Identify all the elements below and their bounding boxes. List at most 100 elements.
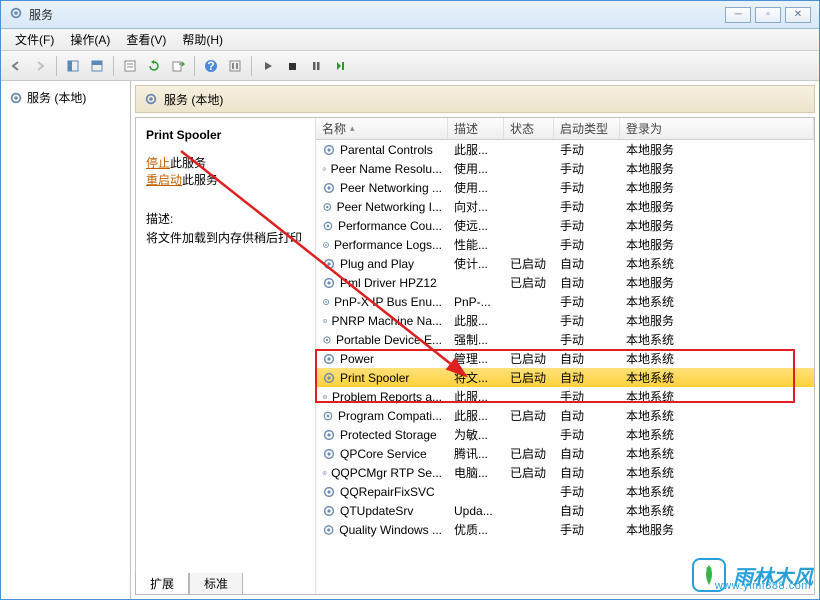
menu-help[interactable]: 帮助(H) [174, 29, 231, 50]
gear-icon [322, 162, 327, 176]
close-button[interactable]: ✕ [785, 7, 811, 23]
table-row[interactable]: Program Compati...此服...已启动自动本地系统 [316, 406, 814, 425]
content-body: Print Spooler 停止此服务 重启动此服务 描述: 将文件加载到内存供… [135, 117, 815, 595]
window-title: 服务 [29, 6, 721, 23]
table-row[interactable]: QPCore Service腾讯...已启动自动本地系统 [316, 444, 814, 463]
list-header: 名称▴ 描述 状态 启动类型 登录为 [316, 118, 814, 140]
back-button[interactable] [5, 55, 27, 77]
separator [251, 56, 252, 76]
pause-service-button[interactable] [305, 55, 327, 77]
gear-icon [322, 276, 336, 290]
table-row[interactable]: Pml Driver HPZ12已启动自动本地服务 [316, 273, 814, 292]
menu-view[interactable]: 查看(V) [118, 29, 174, 50]
properties-button[interactable] [119, 55, 141, 77]
maximize-button[interactable]: ▫ [755, 7, 781, 23]
menu-file[interactable]: 文件(F) [7, 29, 62, 50]
gear-icon [322, 314, 328, 328]
gear-icon [322, 447, 336, 461]
content-header: 服务 (本地) [135, 85, 815, 113]
gear-icon [322, 257, 336, 271]
column-startup[interactable]: 启动类型 [554, 118, 620, 139]
gear-icon [322, 238, 330, 252]
gear-icon [322, 504, 336, 518]
restart-service-button[interactable] [329, 55, 351, 77]
stop-service-button[interactable] [281, 55, 303, 77]
gear-icon [144, 92, 158, 106]
gear-icon [322, 352, 336, 366]
separator [113, 56, 114, 76]
toolbar: ? [1, 51, 819, 81]
table-row[interactable]: Print Spooler将文...已启动自动本地系统 [316, 368, 814, 387]
watermark-url: www.ylmf888.com [715, 580, 811, 592]
tab-extended[interactable]: 扩展 [135, 573, 189, 595]
gear-icon [322, 143, 336, 157]
table-row[interactable]: PNRP Machine Na...此服...手动本地服务 [316, 311, 814, 330]
content-header-label: 服务 (本地) [164, 91, 223, 108]
svg-text:?: ? [207, 59, 214, 73]
export-button[interactable] [167, 55, 189, 77]
tree-pane: 服务 (本地) [1, 81, 131, 599]
table-row[interactable]: Plug and Play使计...已启动自动本地系统 [316, 254, 814, 273]
gear-icon [322, 485, 336, 499]
column-logon[interactable]: 登录为 [620, 118, 814, 139]
sort-asc-icon: ▴ [350, 123, 355, 134]
table-row[interactable]: Problem Reports a...此服...手动本地系统 [316, 387, 814, 406]
gear-icon [322, 390, 328, 404]
table-row[interactable]: Quality Windows ...优质...手动本地服务 [316, 520, 814, 539]
gear-icon [322, 371, 336, 385]
window-titlebar: 服务 ─ ▫ ✕ [1, 1, 819, 29]
table-row[interactable]: Peer Name Resolu...使用...手动本地服务 [316, 159, 814, 178]
table-row[interactable]: Protected Storage为敏...手动本地系统 [316, 425, 814, 444]
menubar: 文件(F) 操作(A) 查看(V) 帮助(H) [1, 29, 819, 51]
column-description[interactable]: 描述 [448, 118, 504, 139]
toolbar-icon-2[interactable] [86, 55, 108, 77]
table-row[interactable]: Peer Networking ...使用...手动本地服务 [316, 178, 814, 197]
gear-icon [322, 466, 327, 480]
gear-icon [322, 219, 334, 233]
table-row[interactable]: QQPCMgr RTP Se...电脑...已启动自动本地系统 [316, 463, 814, 482]
table-row[interactable]: QQRepairFixSVC手动本地系统 [316, 482, 814, 501]
refresh-button[interactable] [143, 55, 165, 77]
separator [56, 56, 57, 76]
separator [194, 56, 195, 76]
table-row[interactable]: Performance Cou...使远...手动本地服务 [316, 216, 814, 235]
table-row[interactable]: Portable Device E...强制...手动本地系统 [316, 330, 814, 349]
tree-root-label: 服务 (本地) [27, 89, 86, 106]
gear-icon [322, 409, 334, 423]
toolbar-icon-1[interactable] [62, 55, 84, 77]
menu-action[interactable]: 操作(A) [62, 29, 118, 50]
tree-root-services[interactable]: 服务 (本地) [5, 87, 126, 108]
gear-icon [322, 295, 330, 309]
description-label: 描述: [146, 210, 305, 227]
table-row[interactable]: Power管理...已启动自动本地系统 [316, 349, 814, 368]
start-service-button[interactable] [257, 55, 279, 77]
table-row[interactable]: QTUpdateSrvUpda...自动本地系统 [316, 501, 814, 520]
gear-icon [322, 523, 335, 537]
watermark: 雨林木风 www.ylmf888.com [691, 557, 813, 593]
stop-service-link[interactable]: 停止 [146, 156, 170, 170]
toolbar-icon-3[interactable] [224, 55, 246, 77]
table-row[interactable]: PnP-X IP Bus Enu...PnP-...手动本地系统 [316, 292, 814, 311]
service-name: Print Spooler [146, 128, 305, 142]
gear-icon [322, 333, 332, 347]
column-status[interactable]: 状态 [504, 118, 554, 139]
gear-icon [322, 200, 333, 214]
forward-button[interactable] [29, 55, 51, 77]
column-name[interactable]: 名称▴ [316, 118, 448, 139]
minimize-button[interactable]: ─ [725, 7, 751, 23]
table-row[interactable]: Performance Logs...性能...手动本地服务 [316, 235, 814, 254]
content-pane: 服务 (本地) Print Spooler 停止此服务 重启动此服务 描述: 将… [131, 81, 819, 599]
tab-standard[interactable]: 标准 [189, 573, 243, 595]
main-area: 服务 (本地) 服务 (本地) Print Spooler 停止此服务 重启动此… [1, 81, 819, 599]
table-row[interactable]: Parental Controls此服...手动本地服务 [316, 140, 814, 159]
list-body[interactable]: Parental Controls此服...手动本地服务Peer Name Re… [316, 140, 814, 594]
help-button[interactable]: ? [200, 55, 222, 77]
gear-icon [322, 181, 336, 195]
description-text: 将文件加载到内存供稍后打印 [146, 229, 305, 246]
restart-service-link[interactable]: 重启动 [146, 173, 182, 187]
table-row[interactable]: Peer Networking I...向对...手动本地服务 [316, 197, 814, 216]
service-list: 名称▴ 描述 状态 启动类型 登录为 Parental Controls此服..… [316, 118, 814, 594]
detail-pane: Print Spooler 停止此服务 重启动此服务 描述: 将文件加载到内存供… [136, 118, 316, 594]
gear-icon [322, 428, 336, 442]
gear-icon [9, 91, 23, 105]
